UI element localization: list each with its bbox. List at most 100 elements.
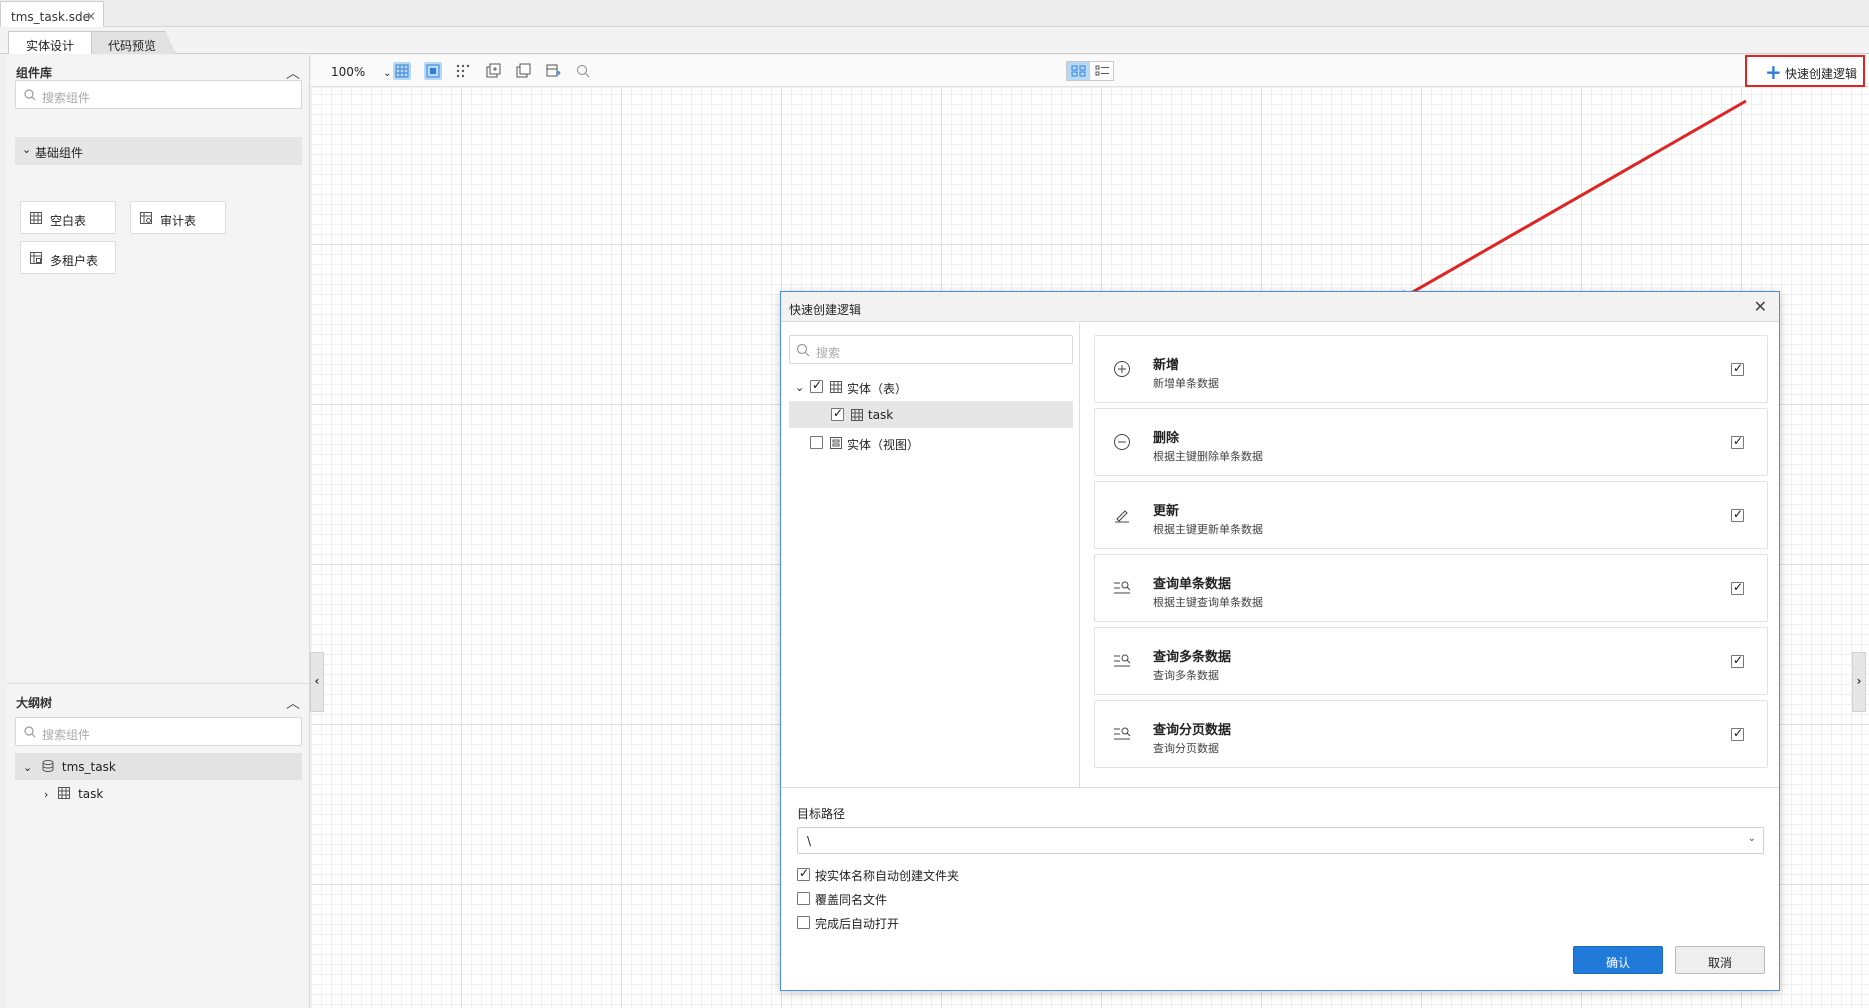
operation-checkbox[interactable] [1731, 580, 1744, 595]
quick-create-logic-label: 快速创建逻辑 [1785, 67, 1858, 81]
zoom-value: 100% [331, 65, 366, 79]
target-path-label: 目标路径 [797, 807, 846, 821]
entity-search-input[interactable]: 搜索 [789, 335, 1073, 364]
dialog-title: 快速创建逻辑 [789, 303, 862, 317]
operation-desc: 根据主键查询单条数据 [1153, 596, 1263, 609]
search-list-icon [1114, 654, 1131, 667]
chevron-down-icon: ⌄ [22, 143, 32, 156]
operation-title: 删除 [1153, 431, 1180, 446]
option-label: 覆盖同名文件 [815, 893, 888, 907]
entity-tree-table-group[interactable]: ⌄ 实体（表） [789, 373, 1073, 400]
target-path-value: \ [807, 834, 812, 848]
cancel-button[interactable]: 取消 [1675, 946, 1765, 974]
chevron-down-icon: ⌄ [23, 761, 33, 774]
option-checkbox[interactable] [797, 916, 810, 929]
task-checkbox[interactable] [831, 406, 844, 421]
database-icon [42, 760, 54, 772]
entity-tree-pane: 搜索 ⌄ 实体（表） task 实体（视图） [781, 323, 1080, 787]
outline-tree-item[interactable]: › task [15, 780, 302, 807]
outline-panel-title: 大纲树 [16, 696, 53, 710]
expand-right-panel-handle[interactable]: › [1852, 652, 1866, 712]
operation-checkbox[interactable] [1731, 726, 1744, 741]
table-icon [830, 381, 842, 393]
file-tab[interactable]: tms_task.sde × [0, 1, 104, 27]
search-list-icon [1114, 727, 1131, 740]
operation-title: 新增 [1153, 358, 1180, 373]
outline-search-input[interactable]: 搜索组件 [15, 717, 302, 746]
audit-table-icon [140, 212, 152, 224]
snap-icon[interactable] [424, 62, 442, 80]
operation-title: 查询分页数据 [1153, 723, 1232, 738]
operation-title: 查询多条数据 [1153, 650, 1232, 665]
operation-title: 查询单条数据 [1153, 577, 1232, 592]
option-auto-open[interactable]: 完成后自动打开 [797, 915, 899, 931]
operation-checkbox[interactable] [1731, 507, 1744, 522]
operation-checkbox[interactable] [1731, 361, 1744, 376]
collapse-left-panel-handle[interactable]: ‹ [310, 652, 324, 712]
dots-grid-icon[interactable] [454, 62, 472, 80]
confirm-button[interactable]: 确认 [1573, 946, 1663, 974]
plus-circle-icon [1114, 361, 1130, 377]
entity-tree-label: 实体（表） [847, 382, 908, 396]
operation-card-query-page[interactable]: 查询分页数据 查询分页数据 [1094, 700, 1768, 768]
list-view-icon[interactable] [1091, 62, 1114, 80]
view-group-checkbox[interactable] [810, 436, 823, 449]
operation-card-update[interactable]: 更新 根据主键更新单条数据 [1094, 481, 1768, 549]
operation-card-query-single[interactable]: 查询单条数据 根据主键查询单条数据 [1094, 554, 1768, 622]
left-panel: 组件库 ︿ 搜索组件 ⌄ 基础组件 空白表 审计表 多租户表 大纲树 ︿ 搜索组… [7, 55, 310, 1008]
tab-entity-design[interactable]: 实体设计 [8, 31, 92, 54]
outline-tree-label: tms_task [61, 760, 116, 774]
target-path-select[interactable]: \ ⌄ [797, 827, 1764, 854]
option-label: 完成后自动打开 [815, 917, 900, 931]
component-multitenant-table[interactable]: 多租户表 [20, 241, 116, 274]
component-search-input[interactable]: 搜索组件 [15, 80, 302, 109]
option-checkbox[interactable] [797, 866, 810, 881]
table-icon [30, 212, 42, 224]
entity-tree-label: task [868, 408, 894, 422]
card-view-icon[interactable] [1067, 62, 1090, 80]
edit-icon [1115, 510, 1129, 523]
entity-tree-task[interactable]: task [789, 401, 1073, 428]
chevron-down-icon: ⌄ [795, 381, 805, 394]
view-tab-bar: 代码预览 实体设计 [0, 27, 1869, 54]
quick-create-logic-dialog: 快速创建逻辑 ✕ 搜索 ⌄ 实体（表） task 实体（视图） 新增 新增单条 [780, 291, 1780, 991]
add-frame-icon[interactable] [484, 62, 502, 80]
outline-tree-root[interactable]: ⌄ tms_task [15, 753, 302, 780]
search-icon[interactable] [574, 62, 592, 80]
operation-title: 更新 [1153, 504, 1180, 519]
tab-code-preview[interactable]: 代码预览 [88, 31, 176, 54]
operation-card-delete[interactable]: 删除 根据主键删除单条数据 [1094, 408, 1768, 476]
entity-tree-view-group[interactable]: 实体（视图） [789, 429, 1073, 456]
quick-create-logic-button[interactable]: + 快速创建逻辑 [1745, 55, 1865, 87]
copy-icon[interactable] [514, 62, 532, 80]
operation-card-create[interactable]: 新增 新增单条数据 [1094, 335, 1768, 403]
chevron-up-icon[interactable]: ︿ [286, 693, 300, 713]
table-group-checkbox[interactable] [810, 378, 823, 393]
operation-checkbox[interactable] [1731, 653, 1744, 668]
multitenant-table-icon [30, 252, 42, 264]
component-panel-title: 组件库 [16, 66, 53, 80]
export-icon[interactable] [544, 62, 562, 80]
close-icon[interactable]: ✕ [1754, 297, 1767, 316]
operation-desc: 查询分页数据 [1153, 742, 1219, 755]
component-label: 审计表 [160, 214, 197, 228]
file-tab-bar: tms_task.sde × [0, 0, 1869, 27]
operation-card-query-multiple[interactable]: 查询多条数据 查询多条数据 [1094, 627, 1768, 695]
option-checkbox[interactable] [797, 892, 810, 905]
component-blank-table[interactable]: 空白表 [20, 201, 116, 234]
canvas-toolbar: 100% ⌄ + 快速创建逻辑 [311, 55, 1869, 87]
operation-checkbox[interactable] [1731, 434, 1744, 449]
operation-desc: 根据主键更新单条数据 [1153, 523, 1263, 536]
option-overwrite-files[interactable]: 覆盖同名文件 [797, 891, 887, 907]
chevron-down-icon: ⌄ [383, 68, 392, 79]
component-group-basic[interactable]: ⌄ 基础组件 [15, 137, 302, 165]
option-auto-create-folder[interactable]: 按实体名称自动创建文件夹 [797, 866, 959, 883]
component-label: 多租户表 [50, 254, 99, 268]
chevron-right-icon: › [44, 788, 49, 801]
zoom-select[interactable]: 100% ⌄ [331, 65, 392, 79]
entity-tree-label: 实体（视图） [847, 438, 920, 452]
close-icon[interactable]: × [86, 9, 96, 23]
grid-icon[interactable] [393, 62, 411, 80]
component-audit-table[interactable]: 审计表 [130, 201, 226, 234]
search-icon [24, 726, 36, 738]
